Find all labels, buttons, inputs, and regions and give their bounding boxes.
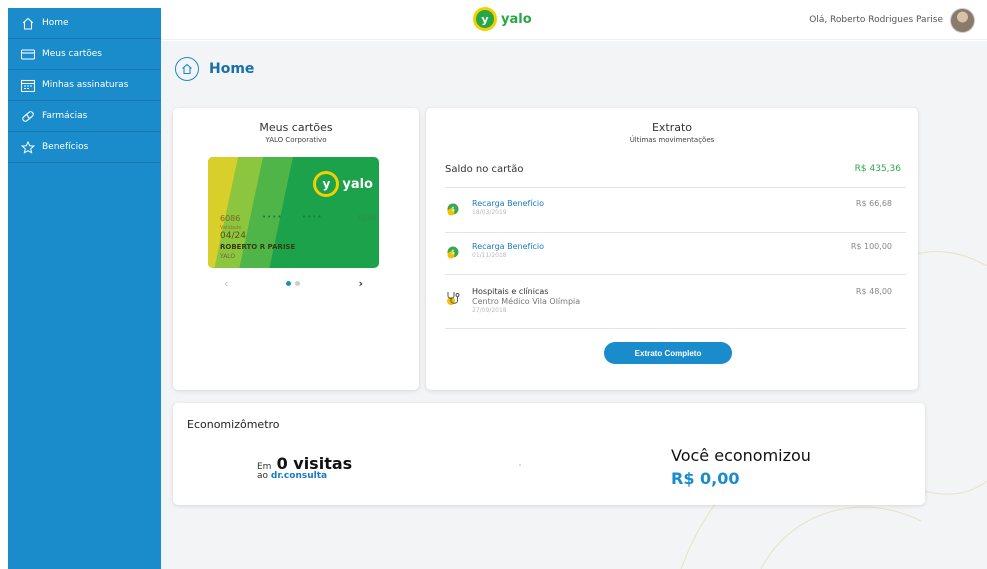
transaction-row[interactable]: Hospitais e clínicas Centro Médico Vila … — [445, 284, 906, 328]
transaction-value: R$ 100,00 — [850, 242, 892, 251]
carousel-dot[interactable] — [286, 280, 292, 286]
card-carousel-controls: ‹ › — [208, 276, 379, 290]
transaction-value: R$ 48,00 — [855, 287, 892, 296]
transaction-value: R$ 66,68 — [855, 199, 892, 208]
main-content: Home Meus cartões YALO Corporativo y yal… — [161, 41, 987, 569]
logo-text: yalo — [501, 11, 532, 27]
logo-letter: y — [476, 10, 494, 28]
divider — [445, 328, 906, 329]
balance-value: R$ 435,36 — [854, 164, 901, 174]
left-edge — [0, 0, 8, 569]
svg-text:$: $ — [451, 206, 455, 213]
savings-panel: Economizômetro Em 0 visitas ao dr.consul… — [173, 403, 925, 505]
home-icon — [20, 16, 36, 30]
card-logo-text: yalo — [342, 176, 373, 192]
transaction-row[interactable]: $ Recarga Benefício 18/03/2019 R$ 66,68 — [445, 196, 906, 232]
statement-subtitle: Últimas movimentações — [629, 136, 715, 144]
dr-consulta-link[interactable]: dr.consulta — [271, 471, 327, 481]
savings-summary: Você economizou R$ 0,00 — [671, 446, 811, 488]
divider — [445, 187, 906, 188]
yalo-logo-icon: y — [313, 171, 340, 197]
card-logo: y yalo — [313, 171, 373, 197]
card-number-block-1: 6086 — [220, 214, 241, 223]
full-statement-button[interactable]: Extrato Completo — [604, 342, 732, 364]
transaction-title: Hospitais e clínicas — [472, 287, 549, 296]
card-number-block-3: •••• — [302, 213, 323, 221]
star-icon — [20, 140, 36, 154]
statement-title: Extrato — [651, 121, 693, 134]
card-issuer: YALO — [220, 253, 236, 260]
carousel-dot[interactable] — [295, 280, 301, 286]
sidebar-item-label: Meus cartões — [42, 49, 102, 59]
card-validity: 04/24 — [220, 231, 246, 241]
transaction-title: Recarga Benefício — [472, 242, 545, 251]
carousel-prev-button[interactable]: ‹ — [224, 277, 228, 290]
my-cards-title: Meus cartões — [259, 121, 333, 134]
yalo-logo-icon: y — [473, 7, 497, 31]
home-icon — [175, 57, 199, 81]
savings-amount: R$ 0,00 — [671, 469, 740, 488]
sidebar-item-label: Minhas assinaturas — [42, 80, 129, 90]
sidebar-item-label: Farmácias — [42, 111, 88, 121]
money-icon: $ — [447, 246, 459, 259]
calendar-icon — [20, 78, 36, 92]
card-balance: Saldo no cartão R$ 435,36 — [445, 164, 901, 175]
sidebar-item-home[interactable]: Home — [8, 8, 161, 39]
card-number-block-2: •••• — [262, 213, 283, 221]
top-bar: y yalo Olá, Roberto Rodrigues Parise — [161, 0, 987, 40]
divider — [445, 232, 906, 233]
sidebar-item-benefits[interactable]: Benefícios — [8, 132, 161, 163]
savings-label: Você economizou — [671, 446, 811, 465]
my-cards-panel: Meus cartões YALO Corporativo y yalo 608… — [173, 108, 419, 390]
transaction-date: 18/03/2019 — [472, 209, 507, 216]
divider — [519, 464, 521, 466]
yalo-logo[interactable]: y yalo — [473, 7, 532, 31]
transaction-row[interactable]: $ Recarga Benefício 01/11/2018 R$ 100,00 — [445, 239, 906, 275]
avatar[interactable] — [950, 8, 975, 33]
stethoscope-icon — [447, 292, 460, 305]
card-number-block-4: 7336 — [356, 214, 377, 223]
card-holder: ROBERTO R PARISE — [220, 243, 296, 251]
visits-summary: Em 0 visitas ao dr.consulta — [257, 454, 352, 481]
balance-label: Saldo no cartão — [445, 164, 524, 175]
card-icon — [20, 47, 36, 61]
credit-card[interactable]: y yalo 6086 •••• •••• 7336 Validade 04/2… — [208, 157, 379, 268]
sidebar: Home Meus cartões Minhas assinaturas Far… — [8, 8, 161, 569]
card-logo-letter: y — [316, 174, 337, 194]
sidebar-item-pharmacies[interactable]: Farmácias — [8, 101, 161, 132]
page-header: Home — [175, 57, 254, 81]
pill-icon — [20, 109, 36, 123]
page-title: Home — [209, 61, 255, 77]
visits-connector: ao — [257, 471, 269, 481]
money-icon: $ — [447, 203, 459, 216]
user-greeting[interactable]: Olá, Roberto Rodrigues Parise — [809, 15, 943, 25]
sidebar-item-label: Home — [42, 18, 69, 28]
carousel-dots — [286, 280, 301, 286]
divider — [445, 274, 906, 275]
transaction-title: Recarga Benefício — [472, 199, 545, 208]
savings-title: Economizômetro — [187, 418, 280, 431]
transaction-date: 27/09/2018 — [472, 307, 507, 314]
sidebar-item-subscriptions[interactable]: Minhas assinaturas — [8, 70, 161, 101]
statement-panel: Extrato Últimas movimentações Saldo no c… — [426, 108, 918, 390]
my-cards-subtitle: YALO Corporativo — [265, 136, 327, 144]
transaction-place: Centro Médico Vila Olímpia — [472, 297, 581, 306]
transaction-date: 01/11/2018 — [472, 252, 507, 259]
sidebar-item-label: Benefícios — [42, 142, 89, 152]
svg-text:$: $ — [451, 249, 455, 256]
carousel-next-button[interactable]: › — [358, 277, 363, 290]
sidebar-item-cards[interactable]: Meus cartões — [8, 39, 161, 70]
